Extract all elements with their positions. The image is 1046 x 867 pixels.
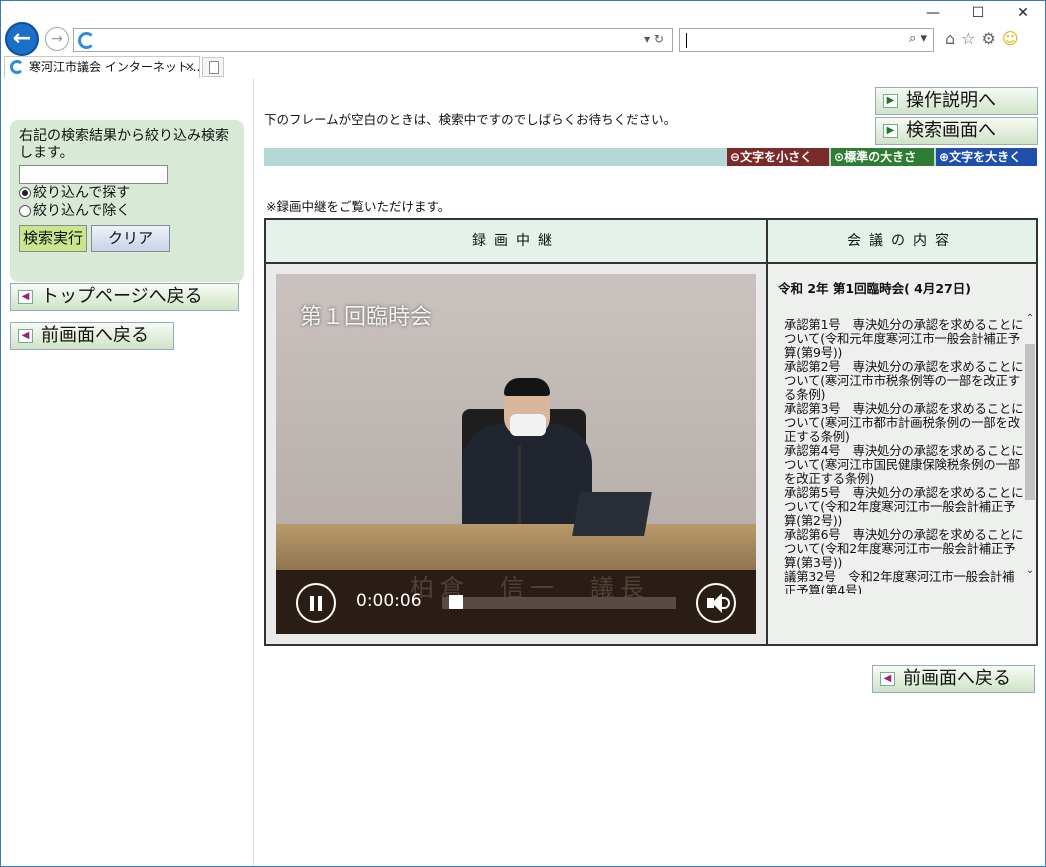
radio-exclude-dot[interactable] xyxy=(19,205,31,217)
dot-circle-icon: ⊙ xyxy=(834,150,845,164)
title-bar: — ☐ ✕ xyxy=(1,1,1045,23)
search-screen-button[interactable]: ▶ 検索画面へ xyxy=(875,117,1038,145)
font-normal-button[interactable]: ⊙標準の大きさ xyxy=(831,148,934,166)
speaker-cone-icon xyxy=(712,593,722,613)
new-tab-icon xyxy=(209,61,219,74)
broadcast-table: 録画中継 会議の内容 柏倉 信一 議長 第１回臨時会 0:00:06 令和 2年… xyxy=(264,218,1038,646)
ie-logo-icon xyxy=(78,32,95,49)
video-speaker xyxy=(462,424,592,534)
seek-thumb[interactable] xyxy=(449,595,463,609)
font-large-button[interactable]: ⊕文字を大きく xyxy=(936,148,1037,166)
agenda-item[interactable]: 承認第1号 専決処分の承認を求めることについて(令和元年度寒河江市一般会計補正予… xyxy=(784,318,1026,360)
agenda-list[interactable]: 承認第1号 専決処分の承認を求めることについて(令和元年度寒河江市一般会計補正予… xyxy=(784,318,1026,594)
video-speaker-hair xyxy=(504,378,550,396)
forward-arrow-icon: ▶ xyxy=(883,94,898,108)
agenda-item[interactable]: 議第32号 令和2年度寒河江市一般会計補正予算(第4号) xyxy=(784,570,1026,595)
agenda-item[interactable]: 承認第6号 専決処分の承認を求めることについて(令和2年度寒河江市一般会計補正予… xyxy=(784,528,1026,570)
top-page-button[interactable]: ◀ トップページへ戻る xyxy=(10,283,239,311)
help-button[interactable]: ▶ 操作説明へ xyxy=(875,87,1038,115)
tab-active[interactable]: 寒河江市議会 インターネット... ✕ xyxy=(4,56,200,78)
scroll-up-icon[interactable]: ⌃ xyxy=(1024,312,1036,326)
prev-page-button-left[interactable]: ◀ 前画面へ戻る xyxy=(10,322,174,350)
new-tab-button[interactable] xyxy=(202,57,224,77)
filter-description: 右記の検索結果から絞り込み検索します。 xyxy=(19,128,229,161)
minus-circle-icon: ⊖ xyxy=(730,150,741,164)
font-small-label: 文字を小さく xyxy=(740,150,813,164)
top-page-label: トップページへ戻る xyxy=(41,286,203,307)
main-frame: 下のフレームが空白のときは、検索中ですのでしばらくお待ちください。 ▶ 操作説明… xyxy=(255,78,1045,866)
radio-include-dot[interactable] xyxy=(19,187,31,199)
back-label: 前画面へ戻る xyxy=(903,668,1011,689)
ie-tab-icon xyxy=(10,60,24,74)
scroll-thumb[interactable] xyxy=(1025,344,1035,500)
tab-title: 寒河江市議会 インターネット... xyxy=(29,60,200,74)
maximize-button[interactable]: ☐ xyxy=(963,4,993,22)
volume-button[interactable] xyxy=(696,583,736,623)
video-player[interactable]: 柏倉 信一 議長 第１回臨時会 0:00:06 xyxy=(276,274,756,634)
page-content: 右記の検索結果から絞り込み検索します。 絞り込んで探す 絞り込んで除く 検索実行… xyxy=(1,78,1045,866)
left-frame: 右記の検索結果から絞り込み検索します。 絞り込んで探す 絞り込んで除く 検索実行… xyxy=(1,78,254,866)
video-time: 0:00:06 xyxy=(356,591,422,611)
text-cursor xyxy=(686,33,687,48)
radio-include[interactable]: 絞り込んで探す xyxy=(19,184,235,202)
home-icon[interactable]: ⌂ xyxy=(945,29,961,48)
back-arrow-icon: ◀ xyxy=(880,672,895,686)
filter-panel: 右記の検索結果から絞り込み検索します。 絞り込んで探す 絞り込んで除く 検索実行… xyxy=(10,120,244,282)
radio-exclude[interactable]: 絞り込んで除く xyxy=(19,202,235,220)
video-cell: 柏倉 信一 議長 第１回臨時会 0:00:06 xyxy=(266,264,768,644)
pause-button[interactable] xyxy=(296,583,336,623)
header-meeting: 会議の内容 xyxy=(768,220,1036,264)
search-exec-button[interactable]: 検索実行 xyxy=(19,225,88,252)
agenda-item[interactable]: 承認第2号 専決処分の承認を求めることについて(寒河江市市税条例等の一部を改正す… xyxy=(784,360,1026,402)
recording-note: ※録画中継をご覧いただけます。 xyxy=(266,199,451,214)
filter-input[interactable] xyxy=(19,165,168,184)
close-tab-icon[interactable]: ✕ xyxy=(185,57,195,77)
forward-button[interactable]: → xyxy=(45,27,69,51)
refresh-icon[interactable]: ▾ ↻ xyxy=(644,32,664,46)
font-small-button[interactable]: ⊖文字を小さく xyxy=(727,148,829,166)
plus-circle-icon: ⊕ xyxy=(939,150,950,164)
help-label: 操作説明へ xyxy=(906,90,996,111)
back-arrow-icon: ◀ xyxy=(18,329,33,343)
favorites-star-icon[interactable]: ☆ xyxy=(961,29,981,48)
meeting-title: 令和 2年 第1回臨時会( 4月27日) xyxy=(778,281,971,296)
seek-bar[interactable] xyxy=(442,597,676,609)
video-controls: 0:00:06 xyxy=(276,574,756,634)
agenda-item[interactable]: 承認第5号 専決処分の承認を求めることについて(令和2年度寒河江市一般会計補正予… xyxy=(784,486,1026,528)
video-overlay-title: 第１回臨時会 xyxy=(300,305,433,330)
radio-exclude-label: 絞り込んで除く xyxy=(33,203,131,219)
sound-wave-icon xyxy=(722,597,730,609)
back-button[interactable]: ← xyxy=(5,22,39,56)
close-window-button[interactable]: ✕ xyxy=(1008,4,1038,22)
search-box[interactable]: ⌕ ▾ xyxy=(679,28,934,52)
back-arrow-icon: ◀ xyxy=(18,290,33,304)
gear-icon[interactable]: ⚙ xyxy=(982,29,1002,48)
radio-include-label: 絞り込んで探す xyxy=(33,185,131,201)
minimize-button[interactable]: — xyxy=(918,4,948,22)
font-normal-label: 標準の大きさ xyxy=(844,150,917,164)
toolbar-icons: ⌂☆⚙☺ xyxy=(945,29,1045,51)
video-laptop xyxy=(572,492,652,536)
clear-button[interactable]: クリア xyxy=(91,225,171,252)
font-large-label: 文字を大きく xyxy=(949,150,1022,164)
agenda-item[interactable]: 承認第4号 専決処分の承認を求めることについて(寒河江市国民健康保険税条例の一部… xyxy=(784,444,1026,486)
address-bar[interactable]: ▾ ↻ xyxy=(73,28,673,52)
forward-arrow-icon: ▶ xyxy=(883,124,898,138)
agenda-item[interactable]: 承認第3号 専決処分の承認を求めることについて(寒河江市都市計画税条例の一部を改… xyxy=(784,402,1026,444)
agenda-scrollbar[interactable]: ⌃ ⌄ xyxy=(1024,312,1036,582)
loading-notice: 下のフレームが空白のときは、検索中ですのでしばらくお待ちください。 xyxy=(264,112,677,127)
prev-page-button-main[interactable]: ◀ 前画面へ戻る xyxy=(872,665,1035,693)
smiley-feedback-icon[interactable]: ☺ xyxy=(1002,29,1025,48)
prev-page-label: 前画面へ戻る xyxy=(41,325,149,346)
meeting-info-cell: 令和 2年 第1回臨時会( 4月27日) 承認第1号 専決処分の承認を求めること… xyxy=(768,264,1036,644)
scroll-down-icon[interactable]: ⌄ xyxy=(1024,564,1036,578)
video-speaker-mask xyxy=(510,414,546,436)
header-video: 録画中継 xyxy=(266,220,768,264)
search-screen-label: 検索画面へ xyxy=(906,120,996,141)
search-icon[interactable]: ⌕ ▾ xyxy=(909,31,927,46)
browser-window: — ☐ ✕ ← → ▾ ↻ ⌕ ▾ ⌂☆⚙☺ 寒河江市議会 インターネット...… xyxy=(0,0,1046,867)
